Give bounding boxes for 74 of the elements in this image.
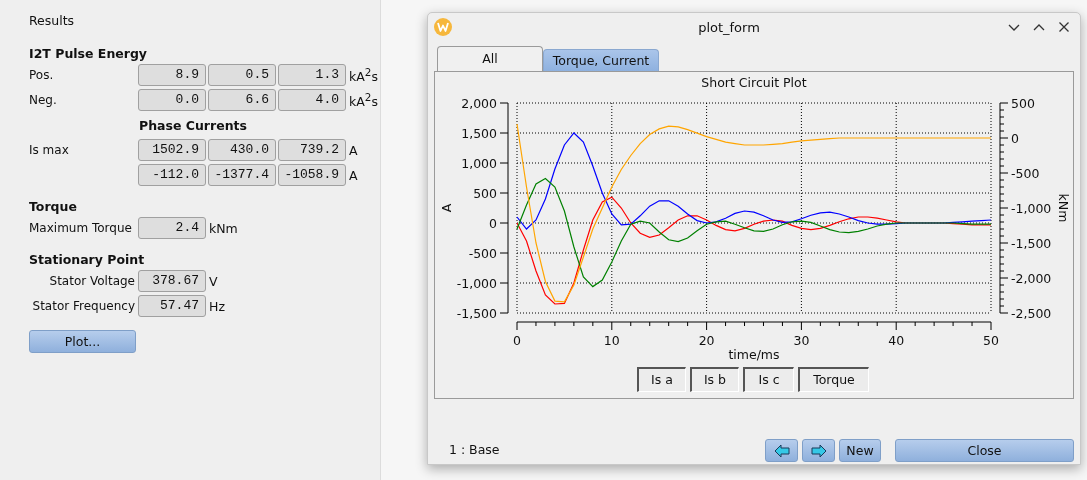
app-logo-icon — [434, 18, 452, 36]
legend-item[interactable]: Is b — [690, 367, 739, 392]
panel-title: Results — [29, 13, 75, 28]
tick-label: 0 — [1011, 130, 1019, 146]
tick-label: 500 — [473, 185, 497, 201]
chart-title: Short Circuit Plot — [700, 74, 808, 92]
axis-title: kNm — [1056, 193, 1071, 223]
section-heading: Stationary Point — [29, 252, 146, 267]
tick-label: 20 — [698, 333, 715, 348]
new-button[interactable]: New — [839, 439, 881, 462]
value-field: 1.3 — [278, 64, 346, 86]
value-field: -1058.9 — [278, 164, 346, 186]
unit-label: A — [349, 167, 358, 183]
tick-label: -1,500 — [456, 305, 497, 321]
plot-button[interactable]: Plot... — [29, 330, 136, 353]
value-field: 430.0 — [208, 139, 276, 161]
value-field: 8.9 — [138, 64, 206, 86]
left-arrow-icon — [773, 443, 790, 458]
value-field: 4.0 — [278, 89, 346, 111]
tab[interactable]: Torque, Current — [543, 49, 659, 71]
tick-label: -1,500 — [1011, 235, 1052, 251]
value-field: -1377.4 — [208, 164, 276, 186]
tick-label: -1,000 — [1011, 200, 1052, 216]
tick-label: -500 — [1011, 165, 1040, 181]
value-field: 739.2 — [278, 139, 346, 161]
tick-label: 0 — [489, 215, 497, 231]
tick-label: -2,000 — [1011, 270, 1052, 286]
tick-label: 40 — [888, 333, 905, 348]
tick-label: 1,500 — [461, 125, 497, 141]
tick-label: 2,000 — [461, 95, 497, 111]
section-heading: Phase Currents — [139, 117, 247, 133]
field-label: Neg. — [29, 93, 58, 107]
axis-title: time/ms — [728, 347, 780, 362]
field-label: Maximum Torque — [29, 221, 133, 235]
unit-label: V — [209, 273, 218, 289]
unit-label: A — [349, 142, 358, 158]
section-heading: Torque — [29, 199, 78, 214]
tick-label: -1,000 — [456, 275, 497, 291]
field-label: Is max — [29, 143, 70, 157]
close-button[interactable]: Close — [895, 439, 1074, 462]
unit-label: Hz — [209, 298, 225, 314]
right-arrow-icon — [810, 443, 827, 458]
field-label: Pos. — [29, 68, 55, 82]
field-label: Stator Voltage — [48, 274, 135, 288]
unit-label: kNm — [209, 220, 238, 236]
status-text: 1 : Base — [449, 441, 501, 459]
value-field: 1502.9 — [138, 139, 206, 161]
value-field: 0.5 — [208, 64, 276, 86]
section-heading: I2T Pulse Energy — [29, 46, 149, 61]
value-field: 57.47 — [138, 295, 206, 317]
tick-label: 50 — [983, 333, 999, 348]
tick-label: 500 — [1011, 95, 1035, 111]
tick-label: 0 — [513, 333, 521, 348]
field-label: Stator Frequency — [31, 299, 135, 313]
legend-item[interactable]: Is a — [637, 367, 686, 392]
tick-label: 1,000 — [461, 155, 497, 171]
window-title: plot_form — [697, 19, 761, 35]
tick-label: 30 — [793, 333, 810, 348]
value-field: 2.4 — [138, 217, 206, 239]
value-field: 378.67 — [138, 270, 206, 292]
legend-item[interactable]: Is c — [743, 367, 794, 392]
tick-label: 10 — [603, 333, 620, 348]
unit-label: kA$^{2}$s — [349, 90, 378, 110]
tab[interactable]: All — [437, 46, 543, 71]
value-field: -112.0 — [138, 164, 206, 186]
next-button[interactable] — [802, 439, 835, 462]
tick-label: -2,500 — [1011, 305, 1052, 321]
value-field: 0.0 — [138, 89, 206, 111]
previous-button[interactable] — [765, 439, 798, 462]
value-field: 6.6 — [208, 89, 276, 111]
legend-item[interactable]: Torque — [798, 367, 869, 392]
tick-label: -500 — [468, 245, 497, 261]
unit-label: kA$^{2}$s — [349, 65, 378, 85]
axis-title: A — [439, 203, 454, 213]
